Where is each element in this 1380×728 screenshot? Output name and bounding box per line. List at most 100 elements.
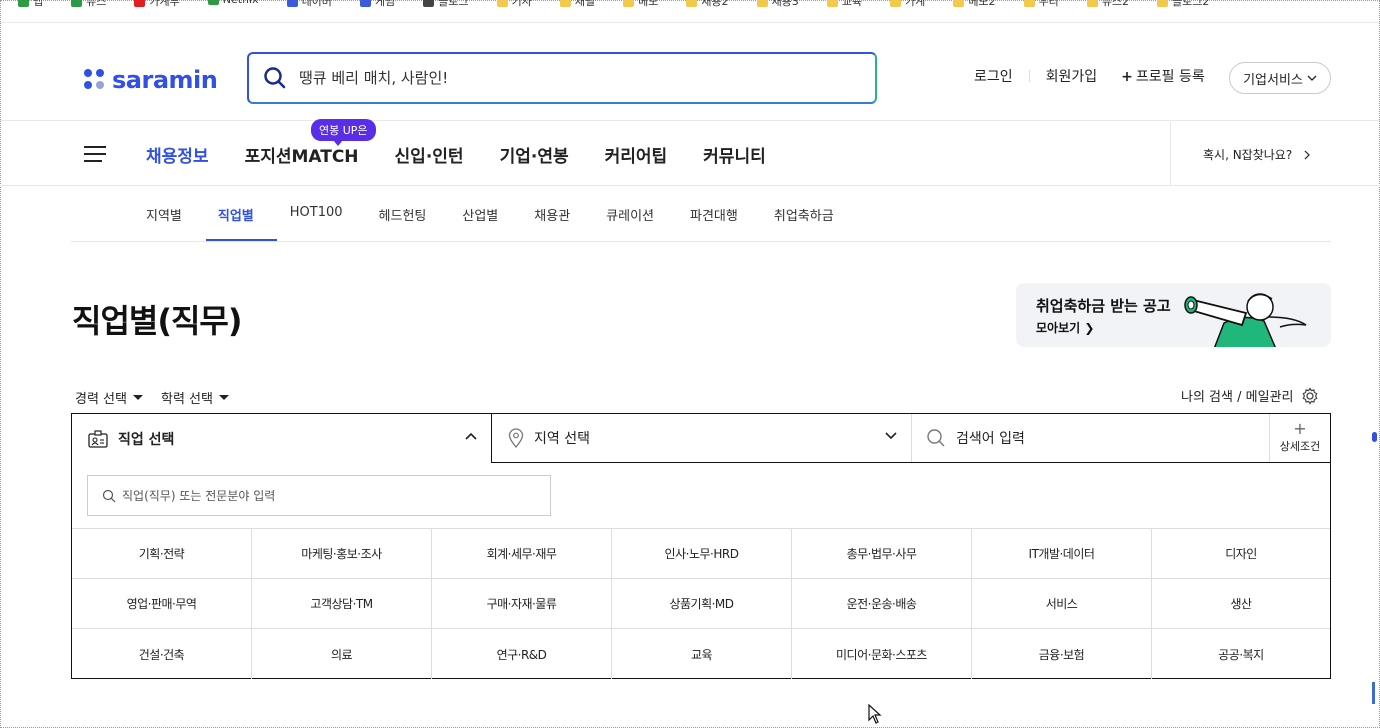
- n-job-link[interactable]: 혹시, N잡찾나요?: [1203, 146, 1311, 163]
- caret-down-icon: [218, 395, 229, 400]
- job-keyword-input[interactable]: [122, 488, 542, 503]
- region-select-dropdown[interactable]: 지역 선택: [492, 414, 912, 463]
- search-icon: [927, 429, 945, 447]
- career-select[interactable]: 경력 선택: [75, 388, 143, 407]
- bookmark-item[interactable]: 블로그: [423, 0, 469, 9]
- bookmark-icon: [18, 0, 29, 7]
- category-item[interactable]: 의료: [252, 629, 432, 679]
- category-row: 건설·건축 의료 연구·R&D 교육 미디어·문화·스포츠 금융·보험 공공·복…: [72, 629, 1330, 679]
- promo-banner[interactable]: 취업축하금 받는 공고 모아보기 ❯: [1016, 283, 1331, 347]
- category-item[interactable]: 금융·보험: [972, 629, 1152, 679]
- category-item[interactable]: 연구·R&D: [432, 629, 612, 679]
- category-item[interactable]: 서비스: [972, 579, 1152, 628]
- bookmark-item[interactable]: Netflix: [207, 0, 259, 6]
- job-search-panel: 직업 선택 지역 선택 검색어 입력 + 상세조건 기획·전략 마케팅·홍보·조…: [71, 413, 1331, 679]
- my-search-label: 나의 검색 / 메일관리: [1181, 390, 1294, 405]
- bookmark-item[interactable]: 기사: [496, 0, 532, 9]
- signup-link[interactable]: 회원가입: [1046, 66, 1098, 86]
- n-job-label: 혹시, N잡찾나요?: [1203, 148, 1293, 162]
- promo-link[interactable]: 모아보기 ❯: [1036, 319, 1094, 336]
- subnav-item-region[interactable]: 지역별: [146, 205, 182, 224]
- subnav-item-industry[interactable]: 산업별: [462, 205, 498, 224]
- bookmark-item[interactable]: 네이버: [286, 0, 332, 9]
- subnav-item-job[interactable]: 직업별: [218, 205, 254, 224]
- nav-item-jobs[interactable]: 채용정보: [146, 142, 209, 167]
- bookmark-item[interactable]: 교육: [826, 0, 862, 9]
- bookmark-item[interactable]: 가계부: [134, 0, 180, 9]
- bookmark-item[interactable]: 가계: [890, 0, 925, 9]
- category-item[interactable]: 디자인: [1152, 529, 1330, 578]
- category-item[interactable]: 공공·복지: [1152, 629, 1330, 679]
- bookmark-item[interactable]: 뉴스2: [1086, 0, 1129, 9]
- bookmark-item[interactable]: 채용3: [756, 0, 799, 9]
- bookmark-item[interactable]: 뉴스: [71, 0, 106, 9]
- bookmark-item[interactable]: 메모: [623, 0, 658, 9]
- category-item[interactable]: 구매·자재·물류: [432, 579, 612, 628]
- search-bar-row: 직업 선택 지역 선택 검색어 입력 + 상세조건: [72, 414, 1330, 463]
- bookmark-label: 채널: [574, 0, 596, 8]
- detail-conditions-button[interactable]: + 상세조건: [1270, 414, 1330, 463]
- business-services-label: 기업서비스: [1243, 72, 1303, 88]
- category-item[interactable]: 총무·법무·사무: [792, 529, 972, 578]
- keyword-search-field[interactable]: 검색어 입력: [912, 414, 1270, 463]
- category-item[interactable]: 마케팅·홍보·조사: [252, 529, 432, 578]
- divider: [1028, 70, 1030, 82]
- subnav-item-hot100[interactable]: HOT100: [290, 205, 343, 224]
- divider: [492, 462, 1330, 463]
- subnav-item-headhunting[interactable]: 헤드헌팅: [379, 205, 427, 224]
- location-pin-icon: [508, 428, 524, 448]
- bookmark-label: 뉴스: [86, 0, 107, 8]
- nav-item-career-tips[interactable]: 커리어팁: [605, 142, 668, 167]
- divider: [1170, 122, 1171, 185]
- education-select[interactable]: 학력 선택: [161, 388, 229, 407]
- bookmark-item[interactable]: 게임: [359, 0, 395, 9]
- profile-register-link[interactable]: + 프로필 등록: [1121, 66, 1205, 86]
- bookmark-label: 앱: [33, 0, 44, 8]
- business-services-button[interactable]: 기업서비스: [1229, 62, 1331, 94]
- nav-item-newcomer-intern[interactable]: 신입·인턴: [395, 142, 464, 167]
- job-keyword-search-box[interactable]: [87, 475, 551, 516]
- my-search-link[interactable]: 나의 검색 / 메일관리: [1181, 386, 1319, 405]
- menu-icon[interactable]: [84, 145, 106, 163]
- category-row: 영업·판매·무역 고객상담·TM 구매·자재·물류 상품기획·MD 운전·운송·…: [72, 579, 1330, 629]
- main-search-box[interactable]: [247, 52, 877, 104]
- nav-item-community[interactable]: 커뮤니티: [703, 142, 766, 167]
- category-item[interactable]: 영업·판매·무역: [72, 579, 252, 628]
- category-item[interactable]: 인사·노무·HRD: [612, 529, 792, 578]
- bookmark-item[interactable]: 채널: [559, 0, 596, 9]
- bookmarks-bar: 앱 뉴스 가계부 Netflix 네이버 게임 블로그 기사 채널 메모 채용2 채용3 교육 가계 메모2…: [0, 0, 1380, 14]
- bookmark-item[interactable]: 블로그2: [1157, 0, 1209, 9]
- subnav-item-recruit-hall[interactable]: 채용관: [534, 205, 570, 224]
- bookmark-item[interactable]: 메모2: [953, 0, 996, 9]
- bookmark-label: 우리: [1038, 0, 1059, 8]
- subnav-item-bonus[interactable]: 취업축하금: [774, 205, 834, 224]
- promo-title: 취업축하금 받는 공고: [1036, 297, 1171, 315]
- category-item[interactable]: 미디어·문화·스포츠: [792, 629, 972, 679]
- main-search-input[interactable]: [299, 69, 819, 87]
- divider: [0, 22, 1380, 23]
- category-item[interactable]: 건설·건축: [72, 629, 252, 679]
- id-card-icon: [88, 429, 108, 448]
- subnav-item-dispatch[interactable]: 파견대행: [690, 205, 738, 224]
- category-item[interactable]: 상품기획·MD: [612, 579, 792, 628]
- bookmark-item[interactable]: 채용2: [686, 0, 729, 9]
- bookmark-item[interactable]: 우리: [1023, 0, 1059, 9]
- category-item[interactable]: 교육: [612, 629, 792, 679]
- saramin-logo[interactable]: saramin: [84, 66, 218, 94]
- nav-item-company-salary[interactable]: 기업·연봉: [500, 142, 569, 167]
- search-icon: [102, 489, 116, 502]
- category-item[interactable]: 운전·운송·배송: [792, 579, 972, 628]
- category-item[interactable]: 회계·세무·재무: [432, 529, 612, 578]
- category-item[interactable]: 기획·전략: [72, 529, 252, 578]
- chevron-right-icon: ❯: [1084, 321, 1095, 335]
- job-select-dropdown[interactable]: 직업 선택: [72, 414, 492, 463]
- search-icon[interactable]: [263, 66, 287, 90]
- bookmark-item[interactable]: 앱: [18, 0, 43, 9]
- chevron-down-icon: [885, 432, 897, 440]
- login-link[interactable]: 로그인: [974, 66, 1013, 86]
- category-item[interactable]: 고객상담·TM: [252, 579, 432, 628]
- bookmark-icon: [496, 0, 508, 7]
- category-item[interactable]: 생산: [1152, 579, 1330, 628]
- category-item[interactable]: IT개발·데이터: [972, 529, 1152, 578]
- subnav-item-curation[interactable]: 큐레이션: [606, 205, 654, 224]
